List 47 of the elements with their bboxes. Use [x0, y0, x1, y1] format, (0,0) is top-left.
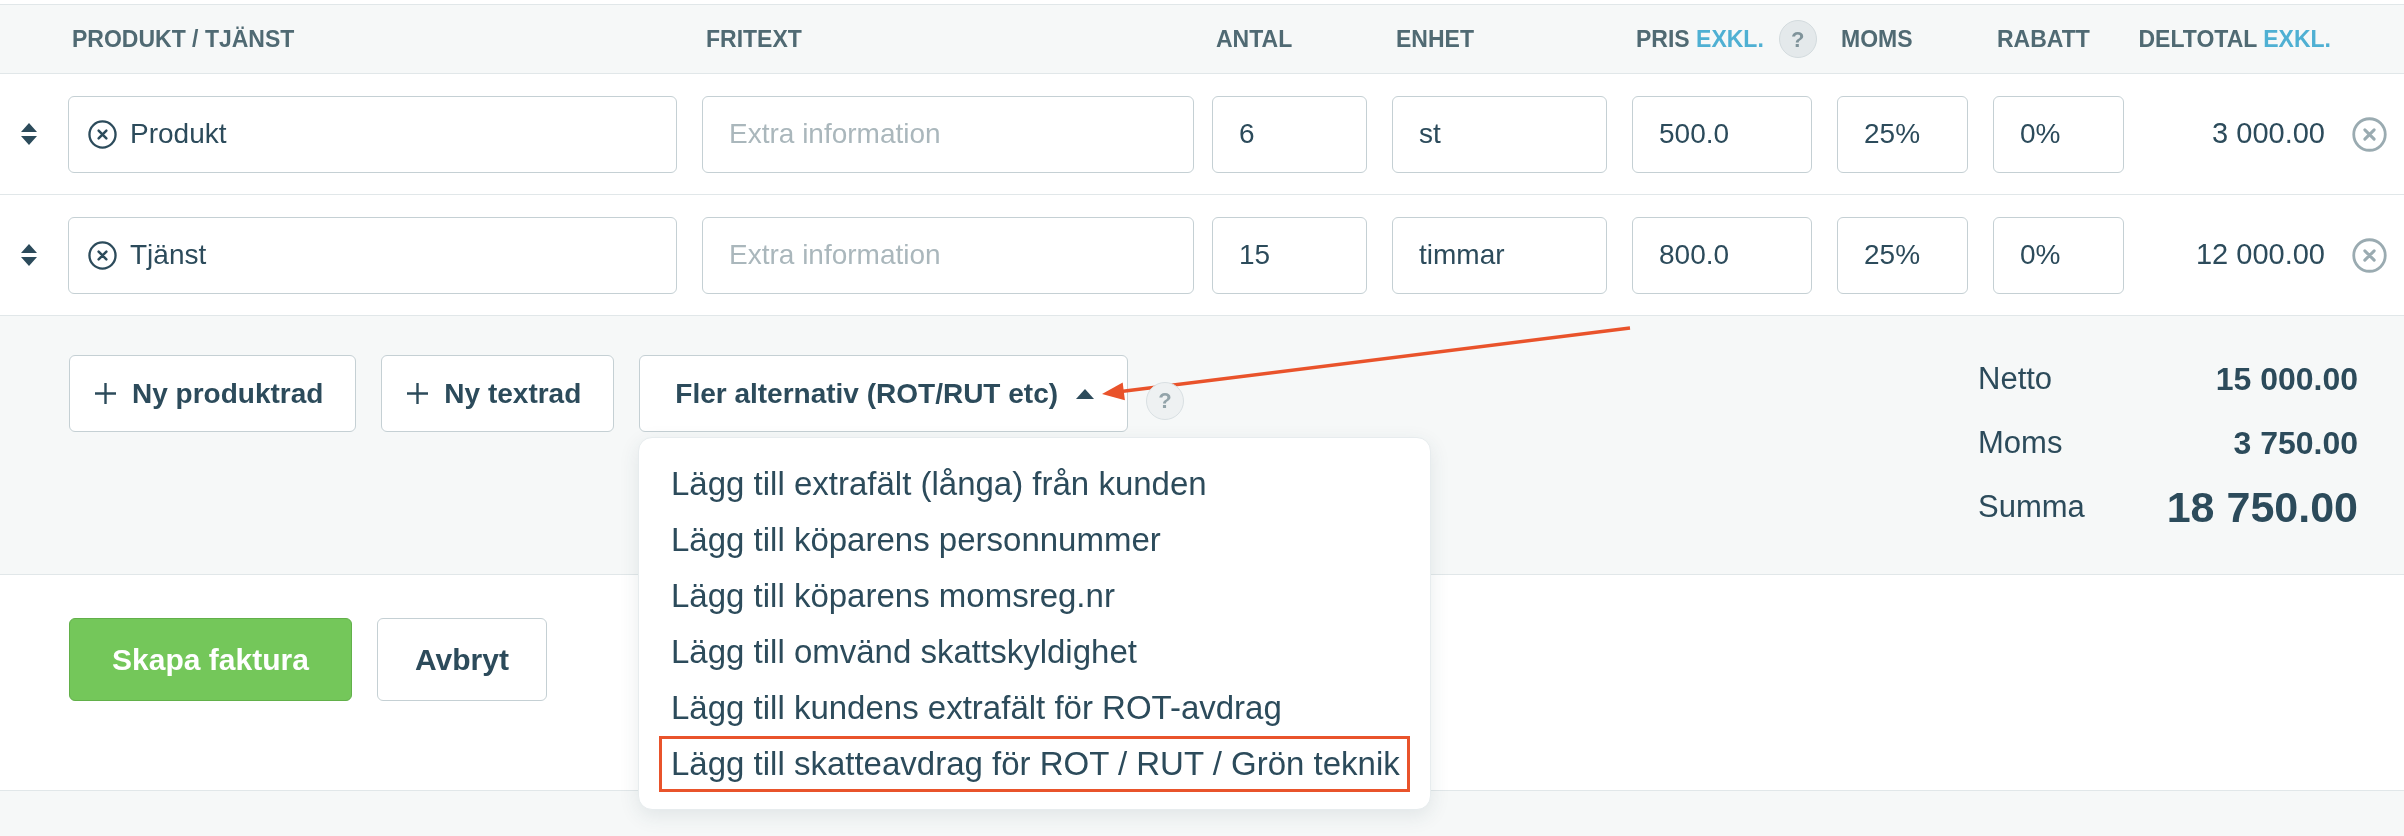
menu-item[interactable]: Lägg till omvänd skattskyldighet — [659, 624, 1410, 680]
total-value: 18 750.00 — [2166, 481, 2358, 533]
unit-field[interactable]: timmar — [1392, 216, 1607, 294]
total-label: Summa — [1978, 487, 2085, 526]
total-label: Netto — [1978, 359, 2054, 398]
total-label: Moms — [1978, 423, 2064, 462]
plus-icon — [95, 383, 116, 404]
row-subtotal: 12 000.00 — [2196, 237, 2325, 273]
discount-field[interactable]: 0% — [1993, 95, 2124, 173]
add-button[interactable]: Ny produktrad — [69, 355, 357, 432]
column-header: MOMS — [1841, 24, 1913, 54]
sort-icon[interactable] — [21, 244, 37, 266]
column-header: DELTOTAL EXKL. — [2138, 24, 2331, 54]
menu-item[interactable]: Lägg till kundens extrafält för ROT-avdrag — [659, 680, 1410, 736]
product-field[interactable]: Produkt — [68, 95, 677, 173]
sort-icon[interactable] — [21, 123, 37, 145]
cancel-button[interactable]: Avbryt — [377, 618, 547, 701]
clear-icon[interactable] — [88, 240, 117, 270]
total-value: 3 750.00 — [2232, 424, 2358, 463]
unit-field[interactable]: st — [1392, 95, 1607, 173]
column-header: ANTAL — [1216, 24, 1293, 54]
text-field[interactable]: Extra information — [702, 95, 1194, 173]
plus-icon — [407, 383, 429, 404]
total-value: 15 000.00 — [2214, 360, 2358, 399]
product-field[interactable]: Tjänst — [68, 216, 677, 294]
menu-item[interactable]: Lägg till extrafält (långa) från kunden — [659, 456, 1410, 512]
add-button[interactable]: Ny textrad — [381, 355, 615, 432]
menu-item[interactable]: Lägg till köparens momsreg.nr — [659, 568, 1410, 624]
menu-item[interactable]: Lägg till skatteavdrag för ROT / RUT / Grön teknik — [659, 736, 1410, 792]
price-field[interactable]: 500.0 — [1632, 95, 1812, 173]
column-header: PRODUKT / TJÄNST — [72, 24, 295, 54]
price-field[interactable]: 800.0 — [1632, 216, 1812, 294]
dropdown-button[interactable]: Fler alternativ (ROT/RUT etc) — [639, 355, 1129, 432]
column-header: ENHET — [1396, 24, 1474, 54]
quantity-field[interactable]: 15 — [1212, 216, 1367, 294]
clear-icon[interactable] — [88, 119, 117, 149]
text-field[interactable]: Extra information — [702, 216, 1194, 294]
vat-field[interactable]: 25% — [1837, 216, 1968, 294]
column-header: PRIS EXKL. — [1636, 24, 1764, 54]
vat-field[interactable]: 25% — [1837, 95, 1968, 173]
caret-icon — [1076, 388, 1095, 399]
row-subtotal: 3 000.00 — [2212, 116, 2325, 152]
discount-field[interactable]: 0% — [1993, 216, 2124, 294]
quantity-field[interactable]: 6 — [1212, 95, 1367, 173]
column-header: RABATT — [1997, 24, 2090, 54]
menu-item[interactable]: Lägg till köparens personnummer — [659, 512, 1410, 568]
column-header: FRITEXT — [706, 24, 802, 54]
